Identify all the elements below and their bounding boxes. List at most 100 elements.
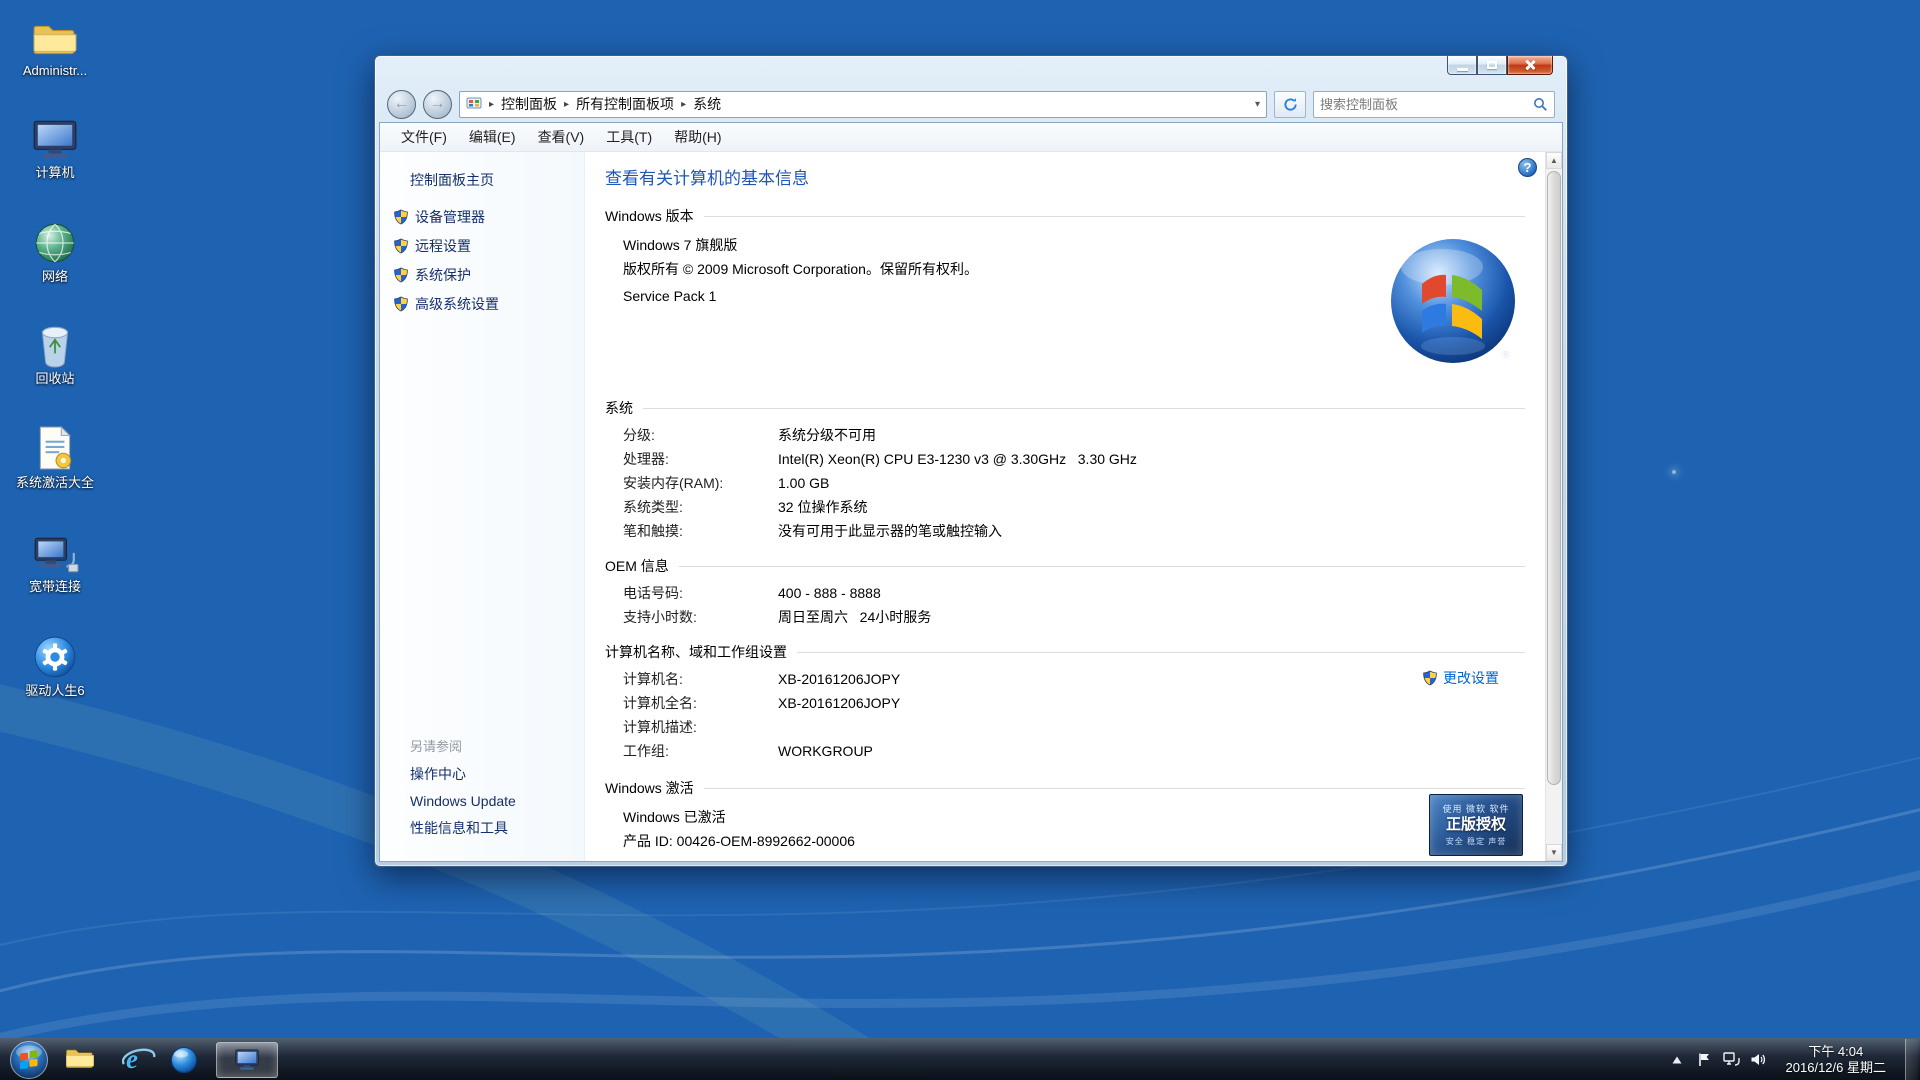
page-title: 查看有关计算机的基本信息 — [605, 168, 1525, 190]
breadcrumb-separator-icon: ▸ — [564, 99, 569, 110]
breadcrumb-all-items[interactable]: 所有控制面板项 — [576, 94, 674, 114]
uac-shield-icon — [393, 296, 409, 312]
row-phone: 电话号码: 400 - 888 - 8888 — [623, 584, 1525, 602]
desktop-icon-broadband[interactable]: 宽带连接 — [12, 526, 98, 594]
search-input[interactable] — [1320, 97, 1533, 112]
menu-tools[interactable]: 工具(T) — [595, 123, 663, 151]
section-header: Windows 版本 — [605, 206, 694, 226]
menu-edit[interactable]: 编辑(E) — [458, 123, 527, 151]
menu-help[interactable]: 帮助(H) — [663, 123, 732, 151]
caption-buttons — [1447, 56, 1553, 75]
desktop-icon-label: 网络 — [12, 269, 98, 284]
row-pen-touch: 笔和触摸: 没有可用于此显示器的笔或触控输入 — [623, 522, 1525, 540]
divider — [679, 566, 1525, 567]
genuine-windows-badge[interactable]: 使用 微软 软件 正版授权 安全 稳定 声誉 — [1429, 794, 1523, 856]
change-settings-link[interactable]: 更改设置 — [1422, 668, 1499, 688]
sidebar-item-performance-tools[interactable]: 性能信息和工具 — [410, 818, 516, 838]
refresh-button[interactable] — [1274, 91, 1306, 118]
sidebar-item-system-protection[interactable]: 系统保护 — [393, 265, 584, 285]
taskbar-browser-button[interactable] — [158, 1040, 210, 1080]
broadband-monitor-icon — [12, 526, 98, 576]
breadcrumb-control-panel[interactable]: 控制面板 — [501, 94, 557, 114]
start-button[interactable] — [4, 1039, 54, 1080]
clock-time: 下午 4:04 — [1786, 1044, 1886, 1060]
help-icon[interactable]: ? — [1518, 158, 1537, 177]
minimize-icon — [1457, 68, 1468, 71]
desktop-icon-system-activation[interactable]: 系统激活大全 — [12, 422, 98, 490]
desktop-icon-computer[interactable]: 计算机 — [12, 112, 98, 180]
menu-view[interactable]: 查看(V) — [527, 123, 596, 151]
sidebar-item-action-center[interactable]: 操作中心 — [410, 764, 516, 784]
scroll-up-arrow[interactable]: ▲ — [1546, 152, 1562, 169]
navigation-bar: ← → ▸ 控制面板 ▸ 所有控制面板项 ▸ 系统 ▾ — [375, 86, 1567, 122]
vertical-scrollbar[interactable]: ▲ ▼ — [1545, 152, 1562, 861]
address-bar[interactable]: ▸ 控制面板 ▸ 所有控制面板项 ▸ 系统 ▾ — [459, 91, 1267, 118]
rating-unavailable-link[interactable]: 系统分级不可用 — [778, 426, 876, 444]
close-button[interactable] — [1507, 56, 1553, 75]
divider — [643, 408, 1525, 409]
address-dropdown-arrow-icon[interactable]: ▾ — [1255, 99, 1260, 110]
uac-shield-icon — [1422, 670, 1438, 686]
sidebar-item-control-panel-home[interactable]: 控制面板主页 — [410, 170, 584, 190]
content-row: 控制面板主页 设备管理器 远程设置 系统保护 — [380, 152, 1562, 861]
learn-more-online-link[interactable]: 联机了解更多信息 — [1419, 858, 1523, 861]
taskbar: e — [0, 1038, 1920, 1080]
uac-shield-icon — [393, 209, 409, 225]
taskbar-ie-button[interactable]: e — [106, 1040, 158, 1080]
search-box[interactable] — [1313, 91, 1555, 118]
volume-icon[interactable] — [1750, 1051, 1767, 1068]
desktop-icon-recycle-bin[interactable]: 回收站 — [12, 318, 98, 386]
sidebar-item-remote-settings[interactable]: 远程设置 — [393, 236, 584, 256]
maximize-button[interactable] — [1477, 56, 1507, 75]
search-icon[interactable] — [1533, 97, 1548, 112]
main-panel: ? 查看有关计算机的基本信息 Windows 版本 Windows 7 旗舰版 … — [585, 152, 1545, 861]
breadcrumb-separator-icon: ▸ — [681, 99, 686, 110]
hidden-icons-arrow[interactable] — [1669, 1051, 1686, 1068]
breadcrumb-system[interactable]: 系统 — [693, 94, 721, 114]
back-button[interactable]: ← — [387, 90, 416, 119]
row-support-hours: 支持小时数: 周日至周六 24小时服务 — [623, 608, 1525, 626]
scroll-down-arrow[interactable]: ▼ — [1546, 844, 1562, 861]
show-desktop-button[interactable] — [1905, 1039, 1918, 1080]
network-icon[interactable] — [1723, 1051, 1740, 1068]
desktop-icon-label: Administr... — [12, 63, 98, 78]
taskbar-explorer-button[interactable] — [54, 1040, 106, 1080]
forward-arrow-icon: → — [430, 96, 446, 112]
folder-icon — [65, 1047, 95, 1072]
section-windows-activation: Windows 激活 Windows 已激活 产品 ID: 00426-OEM-… — [605, 778, 1525, 851]
desktop-icon-driver-genius[interactable]: 驱动人生6 — [12, 630, 98, 698]
desktop-icon-label: 回收站 — [12, 371, 98, 386]
recycle-bin-icon — [12, 318, 98, 368]
sidebar-item-advanced-system-settings[interactable]: 高级系统设置 — [393, 294, 584, 314]
scrollbar-track[interactable] — [1546, 169, 1562, 844]
action-center-flag-icon[interactable] — [1696, 1051, 1713, 1068]
sidebar-tasks: 设备管理器 远程设置 系统保护 高级系统设置 — [380, 207, 584, 314]
sidebar: 控制面板主页 设备管理器 远程设置 系统保护 — [380, 152, 585, 861]
row-processor: 处理器: Intel(R) Xeon(R) CPU E3-1230 v3 @ 3… — [623, 450, 1525, 468]
see-also-header: 另请参阅 — [410, 736, 516, 755]
sidebar-item-windows-update[interactable]: Windows Update — [410, 793, 516, 809]
desktop: Administr... 计算机 网络 回收站 系统激活大全 宽带连接 — [0, 0, 1920, 1080]
taskbar-control-panel-button[interactable] — [216, 1042, 278, 1078]
desktop-icon-label: 系统激活大全 — [12, 475, 98, 490]
change-settings-label[interactable]: 更改设置 — [1443, 668, 1499, 688]
desktop-icon-administrator[interactable]: Administr... — [12, 10, 98, 78]
window-content: 文件(F) 编辑(E) 查看(V) 工具(T) 帮助(H) 控制面板主页 设备管… — [379, 122, 1563, 862]
desktop-icon-network[interactable]: 网络 — [12, 216, 98, 284]
forward-button[interactable]: → — [423, 90, 452, 119]
section-header: OEM 信息 — [605, 556, 669, 576]
uac-shield-icon — [393, 238, 409, 254]
taskbar-clock[interactable]: 下午 4:04 2016/12/6 星期二 — [1777, 1044, 1895, 1076]
activation-status: Windows 已激活 — [623, 808, 1525, 827]
menu-file[interactable]: 文件(F) — [390, 123, 458, 151]
minimize-button[interactable] — [1447, 56, 1477, 75]
sidebar-item-label: 远程设置 — [415, 236, 471, 256]
titlebar[interactable] — [375, 56, 1567, 86]
row-memory: 安装内存(RAM): 1.00 GB — [623, 474, 1525, 492]
sidebar-item-device-manager[interactable]: 设备管理器 — [393, 207, 584, 227]
refresh-icon — [1283, 97, 1298, 112]
blue-orb-icon — [170, 1046, 198, 1074]
section-computer-name: 计算机名称、域和工作组设置 计算机名: XB-20161206JOPY 计算机全… — [605, 642, 1525, 760]
sidebar-item-label: 系统保护 — [415, 265, 471, 285]
scrollbar-thumb[interactable] — [1547, 171, 1561, 785]
